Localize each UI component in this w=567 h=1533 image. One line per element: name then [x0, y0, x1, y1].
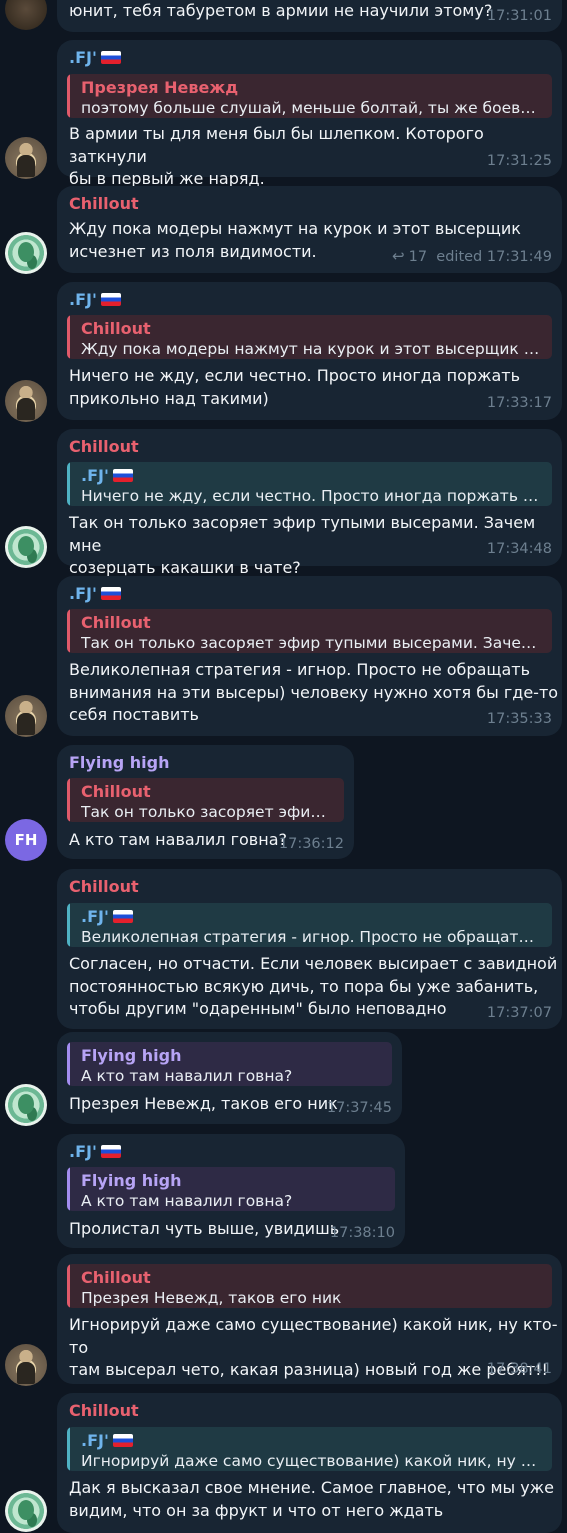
sender-name[interactable]: Chillout	[69, 194, 139, 213]
message-time: 17:37:45	[326, 1100, 392, 1116]
reply-quote[interactable]: Flying high А кто там навалил говна?	[67, 1042, 392, 1086]
russia-flag-icon	[100, 293, 121, 306]
quote-sender: Chillout	[81, 319, 151, 338]
quote-text: Великолепная стратегия - игнор. Просто н…	[81, 928, 542, 946]
reply-quote[interactable]: Flying high А кто там навалил говна?	[67, 1167, 395, 1211]
message-bubble[interactable]: .FJ' Презрея Невежд поэтому больше слуша…	[57, 40, 562, 188]
message-text: Презрея Невежд, таков его ник	[69, 1094, 338, 1113]
message-time: 17:38:10	[329, 1225, 395, 1241]
message-time: 17:31:01	[486, 8, 552, 24]
message-bubble[interactable]: Chillout Презрея Невежд, таков его ник И…	[57, 1254, 562, 1384]
message-bubble[interactable]: Chillout Жду пока модеры нажмут на курок…	[57, 186, 562, 273]
russia-flag-icon	[112, 910, 133, 923]
reply-quote[interactable]: Chillout Так он только засоряет эфир туп…	[67, 778, 344, 822]
reply-quote[interactable]: Chillout Так он только засоряет эфир туп…	[67, 609, 552, 653]
avatar[interactable]: FH	[5, 819, 47, 861]
sender-name[interactable]: .FJ'	[69, 290, 121, 309]
message-bubble[interactable]: Chillout .FJ' Ничего не жду, если честно…	[57, 429, 562, 577]
quote-text: А кто там навалил говна?	[81, 1192, 293, 1210]
sender-name[interactable]: .FJ'	[69, 48, 121, 67]
message-text: Дак я высказал свое мнение. Самое главно…	[69, 1478, 554, 1520]
message-bubble[interactable]: Flying high А кто там навалил говна? Пре…	[57, 1032, 402, 1124]
reply-quote[interactable]: Chillout Презрея Невежд, таков его ник	[67, 1264, 552, 1308]
reply-arrow-icon[interactable]: ↩	[392, 247, 405, 265]
quote-sender: Flying high	[81, 1171, 182, 1190]
quote-text: А кто там навалил говна?	[81, 1067, 293, 1085]
message-text: Согласен, но отчасти. Если человек высир…	[69, 954, 558, 1018]
avatar[interactable]	[5, 0, 47, 30]
message-bubble[interactable]: .FJ' Chillout Жду пока модеры нажмут на …	[57, 282, 562, 420]
reply-quote[interactable]: .FJ' Ничего не жду, если честно. Просто …	[67, 462, 552, 506]
message-bubble[interactable]: .FJ' Flying high А кто там навалил говна…	[57, 1134, 405, 1248]
message-meta: ↩ 17 edited 17:31:49	[392, 247, 552, 265]
message-time: 17:34:48	[486, 541, 552, 557]
reply-quote[interactable]: .FJ' Игнорируй даже само существование) …	[67, 1427, 552, 1471]
message-time: 17:35:33	[486, 711, 552, 727]
quote-text: Ничего не жду, если честно. Просто иногд…	[81, 487, 542, 505]
quote-text: Презрея Невежд, таков его ник	[81, 1289, 342, 1307]
quote-sender: Chillout	[81, 782, 151, 801]
sender-name[interactable]: .FJ'	[69, 584, 121, 603]
avatar[interactable]	[5, 380, 47, 422]
message-time: 17:33:17	[486, 395, 552, 411]
russia-flag-icon	[112, 1434, 133, 1447]
avatar[interactable]	[5, 695, 47, 737]
sender-name[interactable]: Flying high	[69, 753, 169, 772]
message-bubble[interactable]: юнит, тебя табуретом в армии не научили …	[57, 0, 562, 32]
message-time: 17:38:41	[486, 1361, 552, 1377]
quote-sender: Chillout	[81, 613, 151, 632]
message-time: 17:37:07	[486, 1005, 552, 1021]
message-bubble[interactable]: Chillout .FJ' Великолепная стратегия - и…	[57, 869, 562, 1029]
quote-text: Игнорируй даже само существование) какой…	[81, 1452, 542, 1470]
quote-text: поэтому больше слушай, меньше болтай, ты…	[81, 99, 542, 117]
message-text: юнит, тебя табуретом в армии не научили …	[69, 1, 493, 20]
russia-flag-icon	[100, 587, 121, 600]
avatar[interactable]	[5, 526, 47, 568]
avatar[interactable]	[5, 137, 47, 179]
quote-text: Жду пока модеры нажмут на курок и этот в…	[81, 340, 542, 358]
quote-sender: Flying high	[81, 1046, 182, 1065]
quote-sender: .FJ'	[81, 906, 542, 927]
russia-flag-icon	[100, 51, 121, 64]
edited-label: edited	[436, 249, 483, 265]
avatar[interactable]	[5, 1084, 47, 1126]
russia-flag-icon	[100, 1145, 121, 1158]
reply-quote[interactable]: .FJ' Великолепная стратегия - игнор. Про…	[67, 903, 552, 947]
reply-quote[interactable]: Chillout Жду пока модеры нажмут на курок…	[67, 315, 552, 359]
sender-name[interactable]: .FJ'	[69, 1142, 121, 1161]
message-bubble[interactable]: Flying high Chillout Так он только засор…	[57, 745, 354, 859]
quote-text: Так он только засоряет эфир тупыми высер…	[81, 634, 542, 652]
reply-count[interactable]: 17	[409, 249, 427, 265]
message-text: А кто там навалил говна?	[69, 830, 287, 849]
quote-sender: .FJ'	[81, 465, 542, 486]
quote-sender: .FJ'	[81, 1430, 542, 1451]
avatar[interactable]	[5, 1490, 47, 1532]
message-text: Ничего не жду, если честно. Просто иногд…	[69, 366, 521, 408]
sender-name[interactable]: Chillout	[69, 437, 139, 456]
message-bubble[interactable]: .FJ' Chillout Так он только засоряет эфи…	[57, 576, 562, 736]
quote-sender: Презрея Невежд	[81, 78, 239, 97]
sender-name[interactable]: Chillout	[69, 877, 139, 896]
sender-name[interactable]: Chillout	[69, 1401, 139, 1420]
quote-text: Так он только засоряет эфир тупыми	[81, 803, 334, 821]
reply-quote[interactable]: Презрея Невежд поэтому больше слушай, ме…	[67, 74, 552, 118]
message-bubble[interactable]: Chillout .FJ' Игнорируй даже само сущест…	[57, 1393, 562, 1533]
message-text: Пролистал чуть выше, увидишь	[69, 1219, 340, 1238]
avatar[interactable]	[5, 1344, 47, 1386]
message-time: 17:31:25	[486, 153, 552, 169]
quote-sender: Chillout	[81, 1268, 151, 1287]
avatar[interactable]	[5, 232, 47, 274]
russia-flag-icon	[112, 469, 133, 482]
message-text: Великолепная стратегия - игнор. Просто н…	[69, 660, 559, 724]
message-time: 17:31:49	[486, 249, 552, 265]
message-time: 17:36:12	[278, 836, 344, 852]
